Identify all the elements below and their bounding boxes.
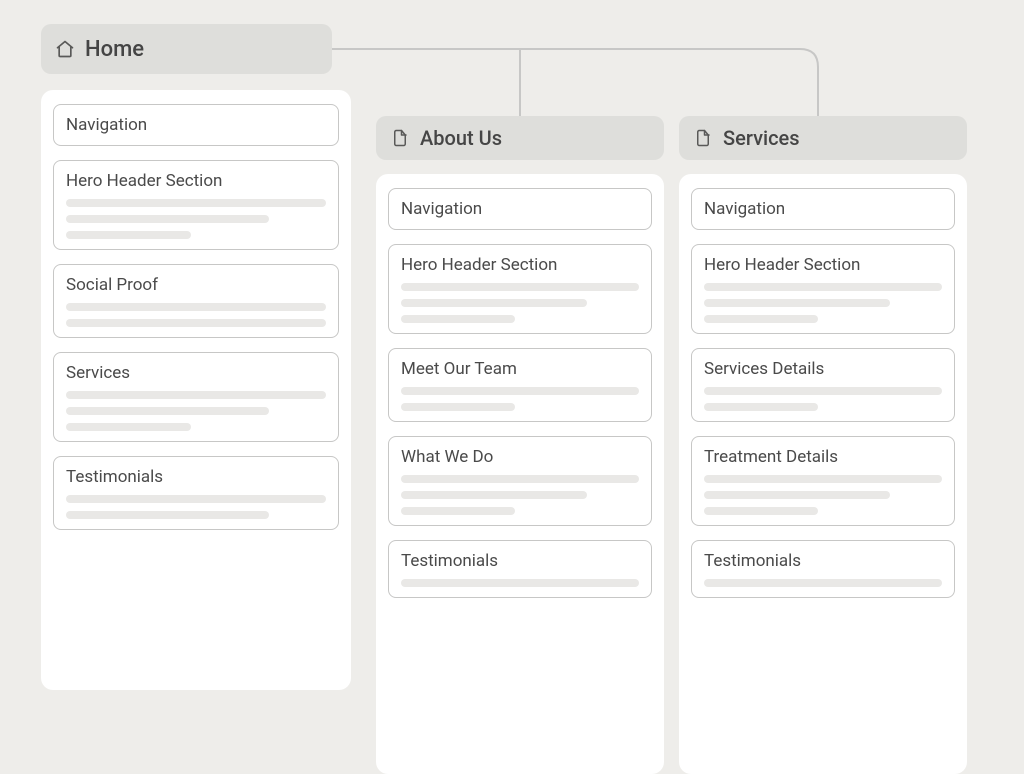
section-label: Services bbox=[66, 363, 326, 383]
section-label: Navigation bbox=[401, 199, 639, 219]
section-label: Testimonials bbox=[704, 551, 942, 571]
section-card[interactable]: Hero Header Section bbox=[53, 160, 339, 250]
placeholder-lines bbox=[401, 387, 639, 411]
placeholder-lines bbox=[66, 495, 326, 519]
placeholder-lines bbox=[401, 283, 639, 323]
placeholder-lines bbox=[704, 283, 942, 323]
page-icon bbox=[390, 128, 410, 148]
section-label: Services Details bbox=[704, 359, 942, 379]
section-card[interactable]: Meet Our Team bbox=[388, 348, 652, 422]
section-card[interactable]: Services bbox=[53, 352, 339, 442]
section-label: Hero Header Section bbox=[66, 171, 326, 191]
section-label: Hero Header Section bbox=[401, 255, 639, 275]
section-card[interactable]: Navigation bbox=[388, 188, 652, 230]
section-card[interactable]: Testimonials bbox=[53, 456, 339, 530]
page-icon bbox=[693, 128, 713, 148]
page-node-home[interactable]: Home bbox=[41, 24, 332, 74]
page-node-title: About Us bbox=[420, 126, 502, 150]
sections-panel-home: Navigation Hero Header Section Social Pr… bbox=[41, 90, 351, 690]
section-card[interactable]: What We Do bbox=[388, 436, 652, 526]
section-card[interactable]: Testimonials bbox=[388, 540, 652, 598]
home-icon bbox=[55, 39, 75, 59]
sections-panel-services: Navigation Hero Header Section Services … bbox=[679, 174, 967, 774]
sections-panel-about: Navigation Hero Header Section Meet Our … bbox=[376, 174, 664, 774]
placeholder-lines bbox=[704, 579, 942, 587]
section-label: Treatment Details bbox=[704, 447, 942, 467]
page-node-title: Services bbox=[723, 126, 800, 150]
page-node-services[interactable]: Services bbox=[679, 116, 967, 160]
placeholder-lines bbox=[66, 199, 326, 239]
section-card[interactable]: Services Details bbox=[691, 348, 955, 422]
section-card[interactable]: Social Proof bbox=[53, 264, 339, 338]
placeholder-lines bbox=[401, 579, 639, 587]
section-label: Hero Header Section bbox=[704, 255, 942, 275]
sitemap-canvas: Home Navigation Hero Header Section Soci… bbox=[0, 0, 1024, 646]
placeholder-lines bbox=[66, 303, 326, 327]
section-label: Navigation bbox=[66, 115, 326, 135]
section-card[interactable]: Hero Header Section bbox=[388, 244, 652, 334]
section-card[interactable]: Navigation bbox=[691, 188, 955, 230]
section-card[interactable]: Treatment Details bbox=[691, 436, 955, 526]
section-card[interactable]: Testimonials bbox=[691, 540, 955, 598]
section-card[interactable]: Hero Header Section bbox=[691, 244, 955, 334]
section-label: Navigation bbox=[704, 199, 942, 219]
section-label: Meet Our Team bbox=[401, 359, 639, 379]
page-node-title: Home bbox=[85, 37, 144, 62]
placeholder-lines bbox=[704, 387, 942, 411]
placeholder-lines bbox=[66, 391, 326, 431]
section-label: Testimonials bbox=[401, 551, 639, 571]
section-label: Social Proof bbox=[66, 275, 326, 295]
page-node-about[interactable]: About Us bbox=[376, 116, 664, 160]
section-label: What We Do bbox=[401, 447, 639, 467]
placeholder-lines bbox=[401, 475, 639, 515]
section-label: Testimonials bbox=[66, 467, 326, 487]
placeholder-lines bbox=[704, 475, 942, 515]
section-card[interactable]: Navigation bbox=[53, 104, 339, 146]
